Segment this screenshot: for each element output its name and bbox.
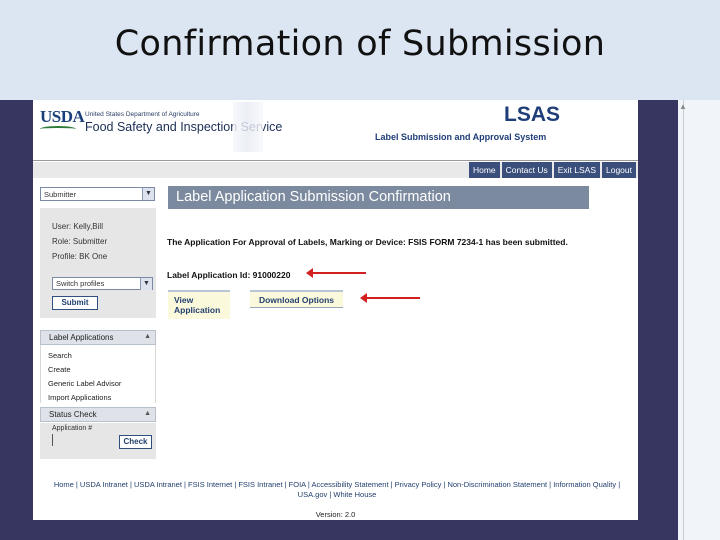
nav-contact-us[interactable]: Contact Us	[501, 162, 552, 178]
label-applications-header[interactable]: Label Applications ▲	[40, 330, 156, 345]
panel-title: Label Applications	[49, 333, 114, 342]
profile-select-value: Switch profiles	[56, 279, 105, 288]
user-info-panel: User: Kelly,Bill Role: Submitter Profile…	[40, 208, 156, 318]
header-divider	[33, 160, 638, 161]
annotation-arrow-icon	[306, 268, 366, 278]
browser-window: USDA United States Department of Agricul…	[33, 100, 638, 520]
usda-logo: USDA	[40, 107, 85, 126]
role-select[interactable]: Submitter ▼	[40, 187, 155, 201]
profile-select[interactable]: Switch profiles ▼	[52, 277, 153, 290]
footer-links-line2[interactable]: USA.gov | White House	[41, 490, 633, 500]
status-check-panel: Application # Check	[40, 423, 156, 459]
top-nav: Home Contact Us Exit LSAS Logout	[33, 162, 638, 178]
confirmation-message: The Application For Approval of Labels, …	[167, 237, 568, 247]
nav-exit-lsas[interactable]: Exit LSAS	[553, 162, 600, 178]
application-number-input[interactable]	[52, 434, 53, 446]
user-name: User: Kelly,Bill	[52, 222, 103, 231]
collapse-icon[interactable]: ▲	[144, 333, 151, 340]
scrollbar-area[interactable]	[678, 100, 720, 540]
app-logo: LSAS	[504, 103, 561, 126]
menu-search[interactable]: Search	[48, 351, 72, 360]
footer-links-line1[interactable]: Home | USDA Intranet | USDA Intranet | F…	[41, 480, 633, 490]
menu-import-applications[interactable]: Import Applications	[48, 393, 111, 402]
app-full-name: Label Submission and Approval System	[375, 132, 547, 142]
slide-title: Confirmation of Submission	[114, 24, 606, 64]
divider	[683, 100, 684, 540]
user-profile: Profile: BK One	[52, 252, 108, 261]
submit-button[interactable]: Submit	[52, 296, 98, 310]
menu-generic-label-advisor[interactable]: Generic Label Advisor	[48, 379, 121, 388]
menu-create[interactable]: Create	[48, 365, 71, 374]
nav-logout[interactable]: Logout	[602, 162, 636, 178]
annotation-arrow-icon	[360, 293, 420, 303]
status-check-header[interactable]: Status Check ▲	[40, 407, 156, 422]
usda-swoosh-icon	[40, 126, 76, 132]
header-photo	[233, 102, 263, 152]
footer-links: Home | USDA Intranet | USDA Intranet | F…	[41, 480, 633, 500]
version-text: Version: 2.0	[315, 510, 356, 519]
download-options-button[interactable]: Download Options	[250, 290, 343, 308]
chevron-down-icon[interactable]: ▼	[140, 278, 152, 290]
check-button[interactable]: Check	[119, 435, 152, 449]
site-header: USDA United States Department of Agricul…	[33, 100, 638, 158]
scroll-up-icon[interactable]: ▲	[679, 102, 687, 112]
user-role: Role: Submitter	[52, 237, 108, 246]
chevron-down-icon[interactable]: ▼	[142, 188, 154, 200]
application-id: Label Application Id: 91000220	[167, 270, 291, 280]
panel-title: Status Check	[49, 410, 97, 419]
page-title: Label Application Submission Confirmatio…	[168, 186, 589, 209]
nav-home[interactable]: Home	[468, 162, 500, 178]
collapse-icon[interactable]: ▲	[144, 410, 151, 417]
role-select-value: Submitter	[44, 190, 77, 199]
view-application-button[interactable]: View Application	[168, 290, 230, 319]
application-number-label: Application #	[52, 425, 93, 432]
label-applications-menu: Search Create Generic Label Advisor Impo…	[40, 345, 156, 403]
department-name: United States Department of Agriculture	[85, 111, 200, 118]
